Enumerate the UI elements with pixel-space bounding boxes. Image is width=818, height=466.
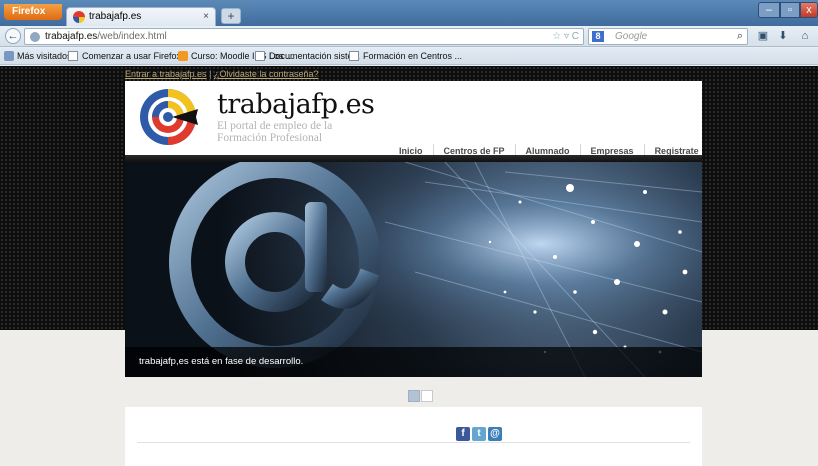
twitter-icon[interactable]: t (472, 427, 486, 441)
bookmark-label: Documentación siste... (269, 51, 361, 61)
addon-bar-icon[interactable]: ▣ (756, 29, 770, 43)
slider-pagination (408, 390, 433, 402)
social-links: f t @ (456, 427, 502, 441)
slider-dot-1[interactable] (408, 390, 420, 402)
page-icon (349, 51, 359, 61)
address-bar[interactable]: trabajafp.es/web/index.html ☆ ▿ C (24, 28, 584, 45)
bookmark-label: Más visitados (17, 51, 72, 61)
account-links: Entrar a trabajafp.es | ¿Olvidaste la co… (125, 68, 318, 80)
hero-slider[interactable]: trabajafp,es está en fase de desarrollo. (125, 162, 702, 377)
web-page: Entrar a trabajafp.es | ¿Olvidaste la co… (0, 66, 818, 466)
page-icon (68, 51, 78, 61)
url-path: /web/index.html (97, 31, 167, 42)
bookmark-documentation[interactable]: Documentación siste... (255, 48, 360, 65)
firefox-menu-button[interactable]: Firefox (4, 4, 62, 20)
back-button[interactable]: ← (5, 28, 21, 44)
url-text: trabajafp.es/web/index.html (45, 29, 167, 44)
divider-line (137, 442, 690, 443)
moodle-icon (178, 51, 188, 61)
bookmark-star-reload-icons[interactable]: ☆ ▿ C (552, 29, 579, 44)
bookmark-getting-started[interactable]: Comenzar a usar Firefox (68, 48, 181, 65)
slider-dot-2[interactable] (421, 390, 433, 402)
url-domain: trabajafp.es (45, 31, 98, 42)
home-icon[interactable]: ⌂ (798, 29, 812, 43)
tab-close-icon[interactable]: × (203, 8, 209, 25)
new-tab-button[interactable]: + (221, 8, 241, 24)
site-header: trabajafp.es El portal de empleo de la F… (125, 81, 702, 158)
tagline-line1: El portal de empleo de la (217, 120, 333, 132)
tagline-line2: Formación Profesional (217, 132, 323, 144)
link-separator: | (209, 69, 212, 79)
navigation-toolbar: ← trabajafp.es/web/index.html ☆ ▿ C 8 Go… (0, 26, 818, 47)
bookmark-most-visited[interactable]: Más visitados (4, 48, 72, 65)
facebook-icon[interactable]: f (456, 427, 470, 441)
bookmark-label: Comenzar a usar Firefox (82, 51, 182, 61)
bookmark-label: Formación en Centros ... (363, 51, 463, 61)
search-engine-icon[interactable]: 8 (592, 31, 604, 42)
site-tagline: El portal de empleo de la Formación Prof… (217, 120, 332, 144)
site-favicon-icon (73, 11, 85, 23)
search-bar[interactable]: 8 Google ⌕ (588, 28, 748, 45)
bookmark-formacion[interactable]: Formación en Centros ... (349, 48, 462, 65)
browser-tab[interactable]: trabajafp.es × (66, 7, 216, 26)
minimize-button[interactable]: – (758, 2, 780, 18)
page-icon (255, 51, 265, 61)
login-link[interactable]: Entrar a trabajafp.es (125, 69, 207, 79)
hero-caption: trabajafp,es está en fase de desarrollo. (125, 347, 702, 377)
download-icon[interactable]: ⬇ (776, 29, 790, 43)
site-identity-icon[interactable] (30, 32, 40, 42)
maximize-button[interactable]: ▫ (780, 2, 800, 18)
bookmarks-toolbar: Más visitados Comenzar a usar Firefox Cu… (0, 48, 818, 65)
hero-image (125, 162, 702, 377)
search-icon[interactable]: ⌕ (737, 29, 743, 44)
search-placeholder: Google (615, 31, 648, 42)
tab-title: trabajafp.es (89, 11, 142, 22)
target-logo-icon[interactable] (138, 85, 202, 149)
forgot-password-link[interactable]: ¿Olvidaste la contraseña? (214, 69, 319, 79)
bookmarks-icon (4, 51, 14, 61)
close-window-button[interactable]: x (800, 2, 818, 18)
site-brand-title[interactable]: trabajafp.es (217, 90, 375, 120)
browser-titlebar: Firefox trabajafp.es × + – ▫ x (0, 0, 818, 26)
email-icon[interactable]: @ (488, 427, 502, 441)
content-panel: f t @ (125, 407, 702, 466)
